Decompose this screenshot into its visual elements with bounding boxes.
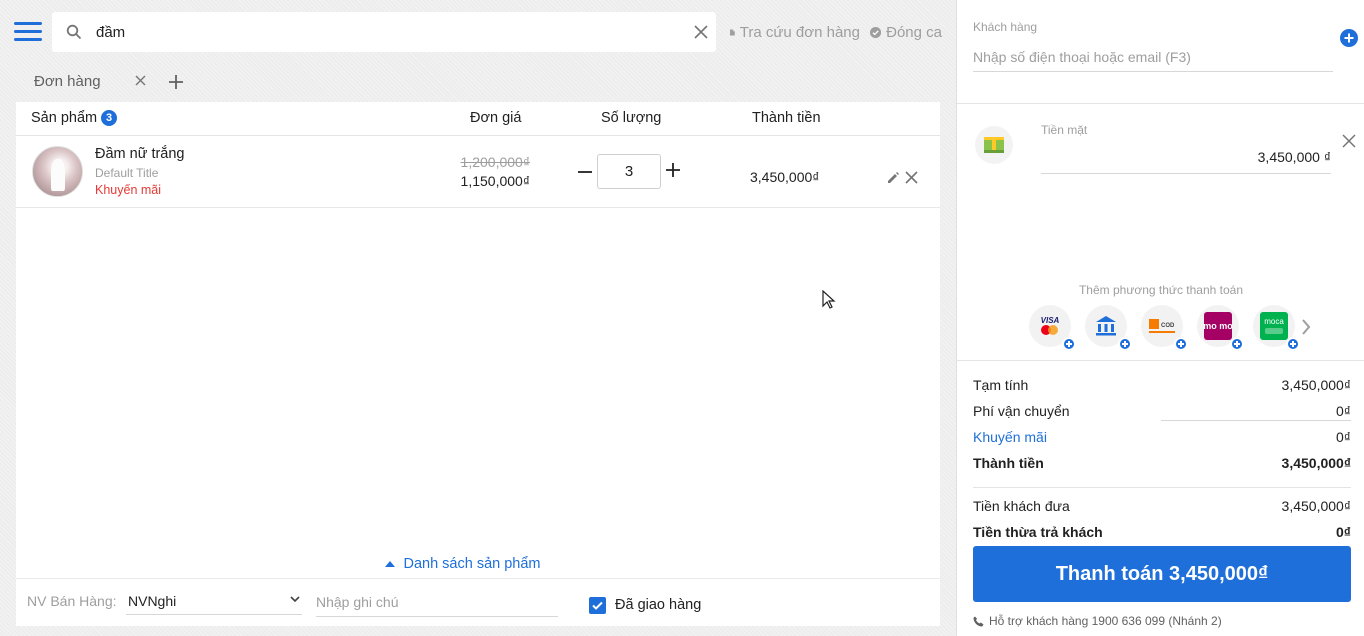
close-tab-icon[interactable] [135, 75, 146, 86]
product-thumbnail [32, 146, 83, 197]
staff-select[interactable]: NVNghi [126, 587, 302, 615]
cash-icon [975, 126, 1013, 164]
search-box [52, 12, 716, 52]
search-input[interactable] [96, 20, 686, 44]
promo-link[interactable]: Khuyến mãi [973, 429, 1047, 445]
close-shift-link[interactable]: Đóng ca [870, 22, 942, 42]
plus-icon [1174, 337, 1188, 351]
payment-method-label: Tiền mặt [1041, 123, 1088, 137]
promo-tag: Khuyến mãi [95, 183, 162, 197]
shipping-value: 0₫ [1336, 403, 1351, 419]
unit-price: 1,150,000₫ [460, 173, 530, 189]
support-text: Hỗ trợ khách hàng 1900 636 099 (Nhánh 2) [989, 614, 1222, 628]
header-total: Thành tiền [752, 110, 821, 126]
decrease-quantity-icon[interactable] [577, 160, 593, 184]
shipping-label: Phí vận chuyển [973, 403, 1070, 419]
tab-order[interactable]: Đơn hàng [16, 62, 154, 100]
moca-grab-icon[interactable]: moca [1253, 305, 1300, 351]
plus-icon [1286, 337, 1300, 351]
check-circle-icon [870, 26, 882, 38]
tab-label: Đơn hàng [34, 72, 101, 90]
note-input[interactable] [316, 587, 558, 617]
order-footer: NV Bán Hàng: NVNghi Đã giao hàng [16, 578, 940, 626]
add-tab-icon[interactable] [166, 72, 186, 92]
close-shift-label: Đóng ca [886, 23, 942, 41]
total-label: Thành tiền [973, 455, 1044, 471]
staff-value: NVNghi [128, 593, 177, 609]
table-header: Sản phẩm 3 Đơn giá Số lượng Thành tiền [16, 102, 940, 136]
total-value: 3,450,000₫ [1281, 455, 1351, 471]
total-row: Thành tiền 3,450,000₫ [973, 455, 1351, 475]
divider [957, 360, 1364, 361]
customer-search-input[interactable] [973, 42, 1333, 72]
plus-icon [1230, 337, 1244, 351]
original-price: 1,200,000₫ [460, 154, 530, 170]
visa-mastercard-icon[interactable]: VISA [1029, 305, 1076, 351]
order-panel: Sản phẩm 3 Đơn giá Số lượng Thành tiền Đầ… [16, 102, 940, 578]
mouse-cursor-icon [822, 290, 836, 309]
cash-amount-value: 3,450,000 ₫ [1257, 149, 1331, 165]
moca-text: moca [1264, 317, 1284, 326]
product-list-label: Danh sách sản phẩm [403, 556, 541, 572]
product-count-badge: 3 [101, 110, 118, 126]
add-customer-icon[interactable] [1340, 29, 1358, 47]
cash-amount-input[interactable]: 3,450,000 ₫ [1041, 144, 1331, 174]
menu-icon[interactable] [14, 22, 42, 42]
divider [973, 487, 1351, 488]
change-value: 0₫ [1336, 524, 1351, 540]
order-area: Tra cứu đơn hàng Đóng ca Đơn hàng Sản ph… [0, 0, 955, 636]
order-lookup-link[interactable]: Tra cứu đơn hàng [730, 22, 860, 42]
search-icon [66, 24, 82, 40]
subtotal-label: Tạm tính [973, 377, 1029, 393]
subtotal-row: Tạm tính 3,450,000₫ [973, 377, 1351, 397]
momo-text: mo mo [1204, 321, 1232, 331]
chevron-right-icon[interactable] [1301, 319, 1311, 335]
header-quantity: Số lượng [601, 110, 662, 126]
change-label: Tiền thừa trả khách [973, 524, 1103, 540]
divider [957, 103, 1364, 104]
cash-given-row: Tiền khách đưa 3,450,000₫ [973, 498, 1351, 518]
momo-icon[interactable]: mo mo [1197, 305, 1244, 351]
cod-icon[interactable]: COD [1141, 305, 1188, 351]
header-unit-price: Đơn giá [470, 110, 522, 126]
visa-text: VISA [1041, 316, 1060, 325]
cash-given-label: Tiền khách đưa [973, 498, 1070, 514]
product-list-toggle[interactable]: Danh sách sản phẩm [348, 548, 578, 580]
bank-transfer-icon[interactable] [1085, 305, 1132, 351]
order-lookup-label: Tra cứu đơn hàng [739, 23, 860, 41]
cod-text: COD [1161, 323, 1175, 329]
delivered-label: Đã giao hàng [615, 597, 702, 613]
phone-icon [973, 616, 984, 626]
remove-payment-icon[interactable] [1342, 134, 1356, 148]
increase-quantity-icon[interactable] [666, 163, 680, 177]
header-product: Sản phẩm 3 [31, 110, 118, 126]
plus-icon [1118, 337, 1132, 351]
subtotal-value: 3,450,000₫ [1281, 377, 1351, 393]
chevron-down-icon [290, 596, 300, 602]
plus-icon [1062, 337, 1076, 351]
checkmark-icon [592, 601, 603, 610]
staff-label: NV Bán Hàng: [27, 593, 117, 609]
promo-row: Khuyến mãi 0₫ [973, 429, 1351, 449]
table-row: Đầm nữ trắng Default Title Khuyến mãi 1,… [16, 137, 940, 208]
add-payment-method-label: Thêm phương thức thanh toán [1078, 283, 1244, 297]
change-row: Tiền thừa trả khách 0₫ [973, 524, 1351, 544]
shipping-input-underline [1161, 420, 1351, 421]
product-name: Đầm nữ trắng [95, 146, 185, 162]
checkout-panel: Khách hàng Tiền mặt 3,450,000 ₫ Thêm phư… [956, 0, 1364, 636]
document-icon [730, 29, 735, 35]
pay-button[interactable]: Thanh toán 3,450,000₫ [973, 546, 1351, 602]
remove-item-icon[interactable] [905, 171, 918, 184]
clear-search-icon[interactable] [694, 25, 708, 39]
quantity-input[interactable] [597, 154, 661, 189]
customer-label: Khách hàng [973, 20, 1038, 34]
line-total: 3,450,000₫ [750, 169, 820, 185]
delivered-checkbox[interactable] [589, 597, 606, 614]
cash-given-value: 3,450,000₫ [1281, 498, 1351, 514]
caret-up-icon [385, 561, 396, 567]
edit-icon[interactable] [886, 171, 900, 185]
support-info: Hỗ trợ khách hàng 1900 636 099 (Nhánh 2) [973, 614, 1222, 628]
product-variant: Default Title [95, 166, 159, 180]
promo-value: 0₫ [1336, 429, 1351, 445]
